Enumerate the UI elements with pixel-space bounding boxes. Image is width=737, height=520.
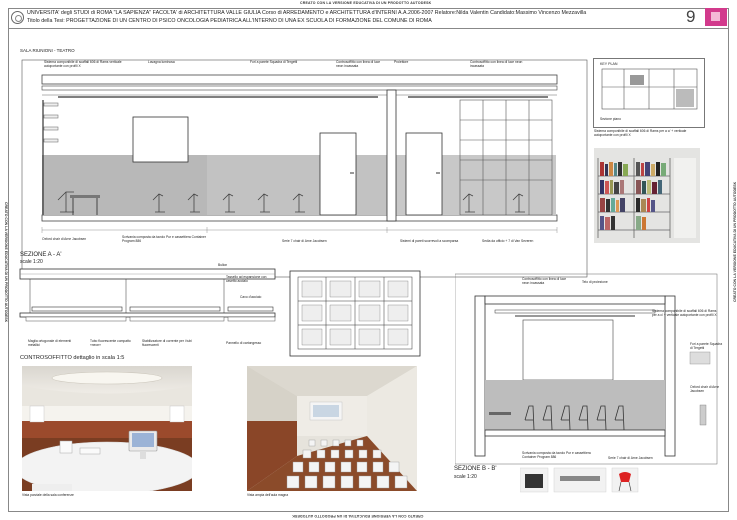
header-line-2: Titolo della Tesi: PROGETTAZIONE DI UN C… (27, 18, 432, 24)
top-banner: CREATO CON LA VERSIONE EDUCATIVA DI UN P… (300, 1, 432, 5)
section-bb-drawing (455, 273, 718, 465)
note-bb-screen: Telo di proiezione (582, 280, 608, 284)
key-plan-title: KEY PLAN (600, 62, 618, 66)
render-right-caption: Vista ampia dell'aula magna (247, 493, 289, 497)
note-expansion-anchor: Tassello ad espansione con cavetto accia… (226, 275, 267, 283)
note-plasterboard: Pannello di cartongesso (226, 341, 262, 345)
note-ceiling-1: Controsoffitto con linea di luce neon in… (336, 60, 381, 68)
render-left-caption: Vista parziale della sala conferenze (22, 493, 74, 497)
bookshelf-photo (594, 148, 700, 243)
note-bb-shelving: Sistema componibile di scaffali 606 di R… (652, 309, 717, 317)
note-whiteboard: Lavagna luminosa (148, 60, 175, 64)
note-projector: Proiettore (394, 60, 409, 64)
note-bb-serie7: Serie 7 chair di Arne Jacobsen (608, 456, 653, 460)
note-steel-cable: Cavo d'acciaio (240, 295, 262, 299)
note-wall-lights: Fori a parete Squadra di Tergetti (250, 60, 298, 64)
right-side-banner: CREATO CON LA VERSIONE EDUCATIVA DI UN P… (733, 181, 737, 302)
section-bb-title: SEZIONE B - B' (454, 466, 497, 472)
header-divider (8, 28, 729, 29)
section-bb-scale: scale 1:20 (454, 474, 477, 480)
note-bookshelf: Sistema componibile di scaffali 606 di R… (594, 129, 687, 137)
note-serie7-chair: Serie 7 chair di Arne Jacobsen (282, 239, 327, 243)
section-aa-drawing (21, 59, 588, 278)
room-label: SALA RIUNIONI - TEATRO (20, 48, 75, 53)
note-bb-desk: Scrivania composta da tavolo Pur e casse… (522, 451, 591, 459)
note-grid-mesh: Maglia ortogonale di elementi metallici (28, 339, 72, 347)
note-oxford-chair: Oxford chair di Arne Jacobsen (42, 237, 87, 241)
note-shelving: Sistema componibile di scaffali 606 di R… (44, 60, 122, 68)
sheet-number: 9 (686, 7, 696, 26)
sheet-badge-icon (705, 8, 727, 26)
logo-seal-icon (11, 11, 24, 24)
note-stabilizer: Stabilizzatore di corrente per i tubi fl… (142, 339, 192, 347)
note-desk: Scrivania composta da tavolo Pur e casse… (122, 235, 206, 243)
drawing-sheet: CREATO CON LA VERSIONE EDUCATIVA DI UN P… (0, 0, 737, 520)
controsoffitto-title: CONTROSOFFITTO dettaglio in scala 1:5 (20, 355, 125, 361)
note-ceiling-2: Controsoffitto con linea di luce neon in… (470, 60, 523, 68)
note-bullon: Bullon (218, 263, 228, 267)
note-sliding-walls: Sistemi di pareti scorrevoli a scomparsa (400, 239, 459, 243)
render-aula-magna (247, 366, 417, 491)
header-line-1: UNIVERSITA' degli STUDI di ROMA "LA SAPI… (27, 10, 587, 16)
note-bb-ceiling: Controsoffitto con linea di luce neon in… (522, 277, 567, 285)
key-plan-caption: Sezione piano (600, 117, 621, 121)
note-bb-oxford-chair: Oxford chair di Arne Jacobsen (690, 385, 720, 393)
section-aa-title: SEZIONE A - A' (20, 252, 62, 258)
note-office-chair: Sedia da ufficio + 7 di Van Severen (482, 239, 534, 243)
product-thumbnails (520, 467, 639, 493)
note-neon-tube: Tubo fluorescente compatto «neon» (90, 339, 131, 347)
bottom-banner: CREATO CON LA VERSIONE EDUCATIVA DI UN P… (292, 514, 424, 518)
note-bb-wall-lights: Fori a parete Squadra di Tergetti (690, 342, 723, 350)
render-conference-room (22, 366, 192, 491)
